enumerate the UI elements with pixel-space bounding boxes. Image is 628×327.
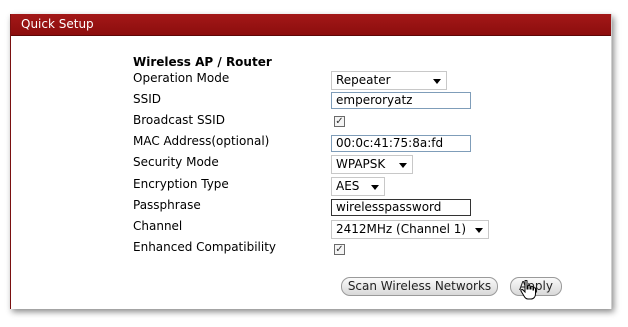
operation-mode-value: Repeater xyxy=(336,73,391,87)
title-bar: Quick Setup xyxy=(11,14,611,36)
quick-setup-window: Quick Setup Wireless AP / Router Operati… xyxy=(10,14,612,309)
security-mode-value: WPAPSK xyxy=(336,157,386,171)
operation-mode-select[interactable]: Repeater xyxy=(331,71,447,90)
security-mode-select[interactable]: WPAPSK xyxy=(331,155,413,174)
operation-mode-label: Operation Mode xyxy=(133,71,230,85)
encryption-type-value: AES xyxy=(336,179,360,193)
chevron-down-icon xyxy=(371,185,379,190)
section-heading: Wireless AP / Router xyxy=(133,55,272,69)
channel-select[interactable]: 2412MHz (Channel 1) xyxy=(331,220,489,239)
broadcast-ssid-checkbox[interactable]: ✓ xyxy=(334,116,345,127)
apply-button[interactable]: Apply xyxy=(510,277,562,296)
scan-wireless-networks-button[interactable]: Scan Wireless Networks xyxy=(341,277,498,296)
enhanced-compatibility-checkbox[interactable]: ✓ xyxy=(334,244,345,255)
chevron-down-icon xyxy=(475,228,483,233)
hand-pointer-icon xyxy=(520,280,536,300)
mac-address-input[interactable]: 00:0c:41:75:8a:fd xyxy=(331,135,471,152)
channel-value: 2412MHz (Channel 1) xyxy=(336,222,467,236)
passphrase-input[interactable]: wirelesspassword xyxy=(331,199,471,216)
encryption-type-select[interactable]: AES xyxy=(331,177,385,196)
passphrase-label: Passphrase xyxy=(133,198,201,212)
ssid-label: SSID xyxy=(133,92,162,106)
window-title: Quick Setup xyxy=(21,17,94,31)
chevron-down-icon xyxy=(433,79,441,84)
security-mode-label: Security Mode xyxy=(133,155,219,169)
mac-address-label: MAC Address(optional) xyxy=(133,134,270,148)
encryption-type-label: Encryption Type xyxy=(133,177,229,191)
broadcast-ssid-label: Broadcast SSID xyxy=(133,113,225,127)
enhanced-compatibility-label: Enhanced Compatibility xyxy=(133,240,277,254)
ssid-input[interactable]: emperoryatz xyxy=(331,92,471,109)
chevron-down-icon xyxy=(399,163,407,168)
channel-label: Channel xyxy=(133,219,183,233)
